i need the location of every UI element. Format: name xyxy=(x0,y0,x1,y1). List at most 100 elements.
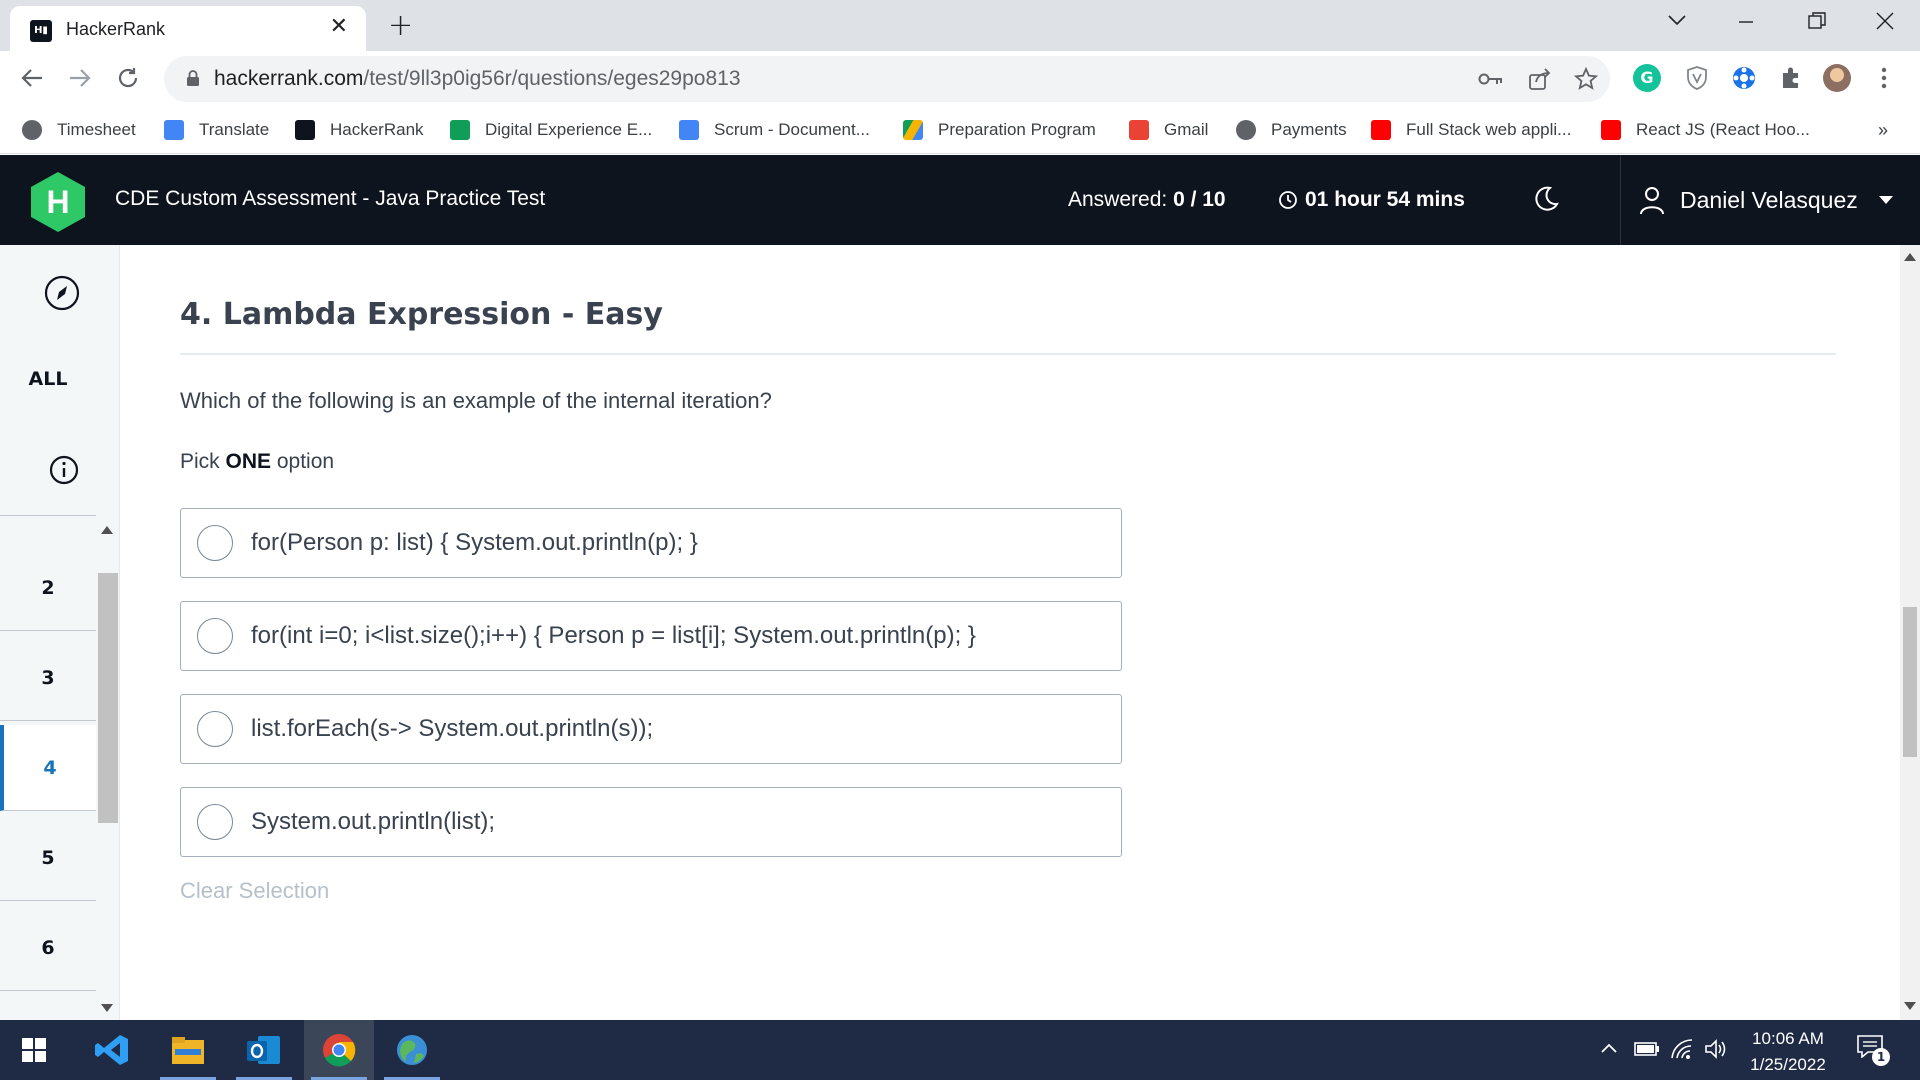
info-icon[interactable] xyxy=(49,455,79,485)
taskbar-chrome[interactable] xyxy=(304,1020,374,1080)
chrome-icon xyxy=(323,1034,356,1067)
bookmark-label: Timesheet xyxy=(57,120,136,139)
user-menu[interactable]: Daniel Velasquez xyxy=(1638,183,1894,217)
profile-avatar[interactable] xyxy=(1823,64,1851,92)
clear-selection-link[interactable]: Clear Selection xyxy=(180,878,329,904)
globe-app-icon xyxy=(397,1035,427,1065)
bookmark-hackerrank[interactable]: HackerRank xyxy=(295,116,424,144)
bookmark-timesheet[interactable]: Timesheet xyxy=(22,116,136,144)
taskbar-file-explorer[interactable] xyxy=(156,1020,220,1080)
share-icon[interactable] xyxy=(1528,67,1552,91)
url-text[interactable]: hackerrank.com/test/9ll3p0ig56r/question… xyxy=(214,67,741,91)
rail-scroll-up-icon[interactable] xyxy=(100,525,114,535)
bookmarks-overflow-button[interactable]: » xyxy=(1878,116,1888,144)
hackerrank-logo-icon[interactable]: H xyxy=(30,171,86,233)
lock-icon[interactable] xyxy=(186,70,200,87)
dark-mode-moon-icon[interactable] xyxy=(1532,185,1560,213)
radio-button[interactable] xyxy=(197,804,233,840)
bookmarks-bar: Timesheet Translate HackerRank Digital E… xyxy=(0,107,1920,154)
compass-icon[interactable] xyxy=(44,275,80,311)
minimize-icon[interactable] xyxy=(1738,14,1754,30)
volume-icon[interactable] xyxy=(1704,1038,1728,1060)
option-text: System.out.println(list); xyxy=(251,808,496,835)
bookmark-react-js[interactable]: React JS (React Hoo... xyxy=(1601,116,1810,144)
bookmark-label: Gmail xyxy=(1164,120,1209,139)
page-scrollbar[interactable] xyxy=(1900,245,1920,1020)
scroll-up-icon[interactable] xyxy=(1904,253,1916,261)
vscode-icon xyxy=(95,1035,128,1065)
bookmark-digital-experience[interactable]: Digital Experience E... xyxy=(450,116,652,144)
extensions-puzzle-icon[interactable] xyxy=(1777,64,1805,92)
browser-tab-hackerrank[interactable]: H▮ HackerRank ✕ xyxy=(10,6,366,51)
answer-option-2[interactable]: for(int i=0; i<list.size();i++) { Person… xyxy=(180,601,1122,671)
new-tab-button[interactable]: + xyxy=(388,8,413,43)
answer-option-3[interactable]: list.forEach(s-> System.out.println(s)); xyxy=(180,694,1122,764)
bookmark-scrum-document[interactable]: Scrum - Document... xyxy=(679,116,870,144)
password-key-icon[interactable] xyxy=(1478,69,1504,89)
tab-close-icon[interactable]: ✕ xyxy=(330,14,348,39)
wifi-icon[interactable] xyxy=(1670,1038,1694,1060)
radio-button[interactable] xyxy=(197,618,233,654)
restore-icon[interactable] xyxy=(1808,12,1826,30)
taskbar-clock[interactable]: 10:06 AM 1/25/2022 xyxy=(1738,1026,1838,1078)
answer-option-4[interactable]: System.out.println(list); xyxy=(180,787,1122,857)
bookmark-full-stack[interactable]: Full Stack web appli... xyxy=(1371,116,1571,144)
back-arrow-icon[interactable] xyxy=(20,66,44,90)
bookmark-label: Full Stack web appli... xyxy=(1406,120,1572,139)
shield-extension-icon[interactable] xyxy=(1683,64,1711,92)
bookmark-preparation-program[interactable]: Preparation Program xyxy=(903,116,1096,144)
globe-icon xyxy=(1236,120,1256,140)
reload-icon[interactable] xyxy=(116,66,140,90)
question-nav-5[interactable]: 5 xyxy=(0,815,96,901)
rail-scrollbar-thumb[interactable] xyxy=(98,573,118,823)
bookmark-translate[interactable]: Translate xyxy=(164,116,269,144)
question-nav-3[interactable]: 3 xyxy=(0,635,96,721)
rail-scroll-down-icon[interactable] xyxy=(100,1003,114,1013)
option-text: for(int i=0; i<list.size();i++) { Person… xyxy=(251,622,976,649)
youtube-icon xyxy=(1601,120,1621,140)
radio-button[interactable] xyxy=(197,525,233,561)
pick-suffix: option xyxy=(271,450,335,473)
taskbar-outlook[interactable] xyxy=(232,1020,296,1080)
bookmark-payments[interactable]: Payments xyxy=(1236,116,1347,144)
tray-expand-chevron-icon[interactable] xyxy=(1600,1042,1618,1054)
all-questions-link[interactable]: ALL xyxy=(0,368,96,390)
answer-option-1[interactable]: for(Person p: list) { System.out.println… xyxy=(180,508,1122,578)
url-host: hackerrank.com xyxy=(214,67,364,90)
action-center-button[interactable]: 1 xyxy=(1856,1034,1892,1068)
browser-menu-icon[interactable] xyxy=(1874,64,1902,92)
bookmark-label: Payments xyxy=(1271,120,1347,139)
timer-text: 01 hour 54 mins xyxy=(1305,188,1465,211)
windows-start-button[interactable] xyxy=(2,1020,66,1080)
window-close-icon[interactable] xyxy=(1876,12,1894,30)
forward-arrow-icon[interactable] xyxy=(68,66,92,90)
question-nav-6[interactable]: 6 xyxy=(0,905,96,991)
taskbar-vscode[interactable] xyxy=(80,1020,144,1080)
tab-search-chevron-icon[interactable] xyxy=(1668,14,1686,26)
bookmark-label: Preparation Program xyxy=(938,120,1096,139)
scroll-down-icon[interactable] xyxy=(1904,1002,1916,1010)
clock-date: 1/25/2022 xyxy=(1750,1055,1826,1074)
grammarly-extension-icon[interactable]: G xyxy=(1633,64,1661,92)
title-divider xyxy=(180,353,1836,355)
tab-title: HackerRank xyxy=(66,19,166,39)
answered-value: 0 / 10 xyxy=(1173,188,1226,211)
address-bar[interactable]: hackerrank.com/test/9ll3p0ig56r/question… xyxy=(164,56,1610,102)
bookmark-gmail[interactable]: Gmail xyxy=(1129,116,1208,144)
radio-button[interactable] xyxy=(197,711,233,747)
hackerrank-favicon-icon: H▮ xyxy=(30,20,52,42)
user-icon xyxy=(1640,187,1664,215)
bookmark-label: HackerRank xyxy=(330,120,424,139)
gmail-icon xyxy=(1129,120,1149,140)
bookmark-star-icon[interactable] xyxy=(1574,67,1598,91)
url-path: /test/9ll3p0ig56r/questions/eges29po813 xyxy=(363,67,741,90)
extension-blue-icon[interactable] xyxy=(1730,64,1758,92)
question-nav-2[interactable]: 2 xyxy=(0,545,96,631)
folder-icon xyxy=(172,1037,204,1064)
bookmark-label: Scrum - Document... xyxy=(714,120,870,139)
battery-icon[interactable] xyxy=(1634,1040,1660,1058)
rail-divider xyxy=(0,515,96,516)
question-nav-4[interactable]: 4 xyxy=(0,725,96,811)
page-scrollbar-thumb[interactable] xyxy=(1903,607,1917,757)
taskbar-globe-app[interactable] xyxy=(380,1020,444,1080)
